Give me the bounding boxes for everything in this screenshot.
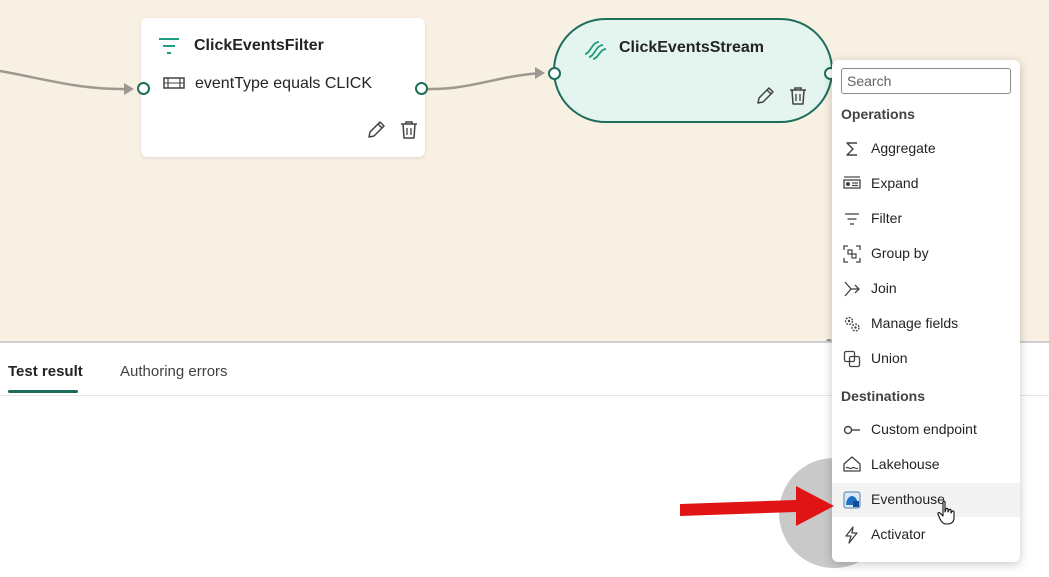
- stream-input-port[interactable]: [548, 67, 561, 80]
- menu-item-manage-fields[interactable]: Manage fields: [832, 307, 1020, 341]
- search-input[interactable]: [841, 68, 1011, 94]
- menu-item-label: Union: [871, 350, 908, 366]
- menu-item-lakehouse[interactable]: Lakehouse: [832, 448, 1020, 482]
- add-node-menu: Operations Aggregate Expand Filter Gro: [832, 60, 1020, 562]
- menu-item-label: Expand: [871, 175, 919, 191]
- filter-node[interactable]: ClickEventsFilter eventType equals CLICK: [141, 18, 425, 157]
- menu-item-label: Activator: [871, 526, 926, 542]
- join-icon: [844, 281, 860, 297]
- menu-item-group-by[interactable]: Group by: [832, 237, 1020, 271]
- destinations-heading: Destinations: [841, 388, 926, 404]
- expand-icon: [843, 176, 861, 189]
- stream-node[interactable]: ClickEventsStream: [553, 18, 833, 123]
- filter-icon: [845, 213, 859, 225]
- group-by-icon: [843, 245, 861, 263]
- union-icon: [843, 350, 861, 368]
- menu-item-custom-endpoint[interactable]: Custom endpoint: [832, 413, 1020, 447]
- edit-icon[interactable]: [365, 119, 387, 141]
- filter-icon: [159, 38, 179, 54]
- manage-fields-icon: [844, 316, 860, 332]
- tab-test-result[interactable]: Test result: [8, 363, 83, 380]
- filter-input-port[interactable]: [137, 82, 150, 95]
- menu-item-filter[interactable]: Filter: [832, 202, 1020, 236]
- menu-item-label: Manage fields: [871, 315, 959, 331]
- condition-field-icon: [163, 77, 185, 89]
- stream-node-title: ClickEventsStream: [619, 39, 764, 56]
- menu-item-eventhouse[interactable]: Eventhouse: [832, 483, 1020, 517]
- eventstream-icon: [584, 41, 607, 60]
- filter-output-port[interactable]: [415, 82, 428, 95]
- sigma-icon: [846, 142, 857, 156]
- lakehouse-icon: [843, 456, 861, 472]
- menu-item-label: Filter: [871, 210, 903, 226]
- menu-item-label: Join: [871, 280, 897, 296]
- menu-item-label: Lakehouse: [871, 456, 940, 472]
- filter-node-title: ClickEventsFilter: [194, 37, 324, 54]
- menu-item-label: Group by: [871, 245, 929, 261]
- menu-item-label: Custom endpoint: [871, 421, 977, 437]
- menu-item-label: Aggregate: [871, 140, 936, 156]
- hand-cursor-icon: [937, 500, 955, 525]
- menu-item-union[interactable]: Union: [832, 342, 1020, 376]
- eventhouse-icon: [843, 491, 861, 509]
- custom-endpoint-icon: [843, 425, 860, 435]
- active-tab-indicator: [8, 390, 78, 393]
- filter-condition: eventType equals CLICK: [195, 75, 372, 92]
- annotation-arrow: [680, 486, 834, 526]
- menu-item-label: Eventhouse: [871, 491, 945, 507]
- menu-item-activator[interactable]: Activator: [832, 518, 1020, 552]
- delete-icon[interactable]: [398, 119, 420, 141]
- menu-item-join[interactable]: Join: [832, 272, 1020, 306]
- menu-item-expand[interactable]: Expand: [832, 167, 1020, 201]
- tab-authoring-errors[interactable]: Authoring errors: [120, 363, 228, 380]
- lightning-icon: [845, 526, 858, 544]
- edit-icon[interactable]: [754, 85, 776, 107]
- delete-icon[interactable]: [787, 85, 809, 107]
- menu-item-aggregate[interactable]: Aggregate: [832, 132, 1020, 166]
- operations-heading: Operations: [841, 106, 915, 122]
